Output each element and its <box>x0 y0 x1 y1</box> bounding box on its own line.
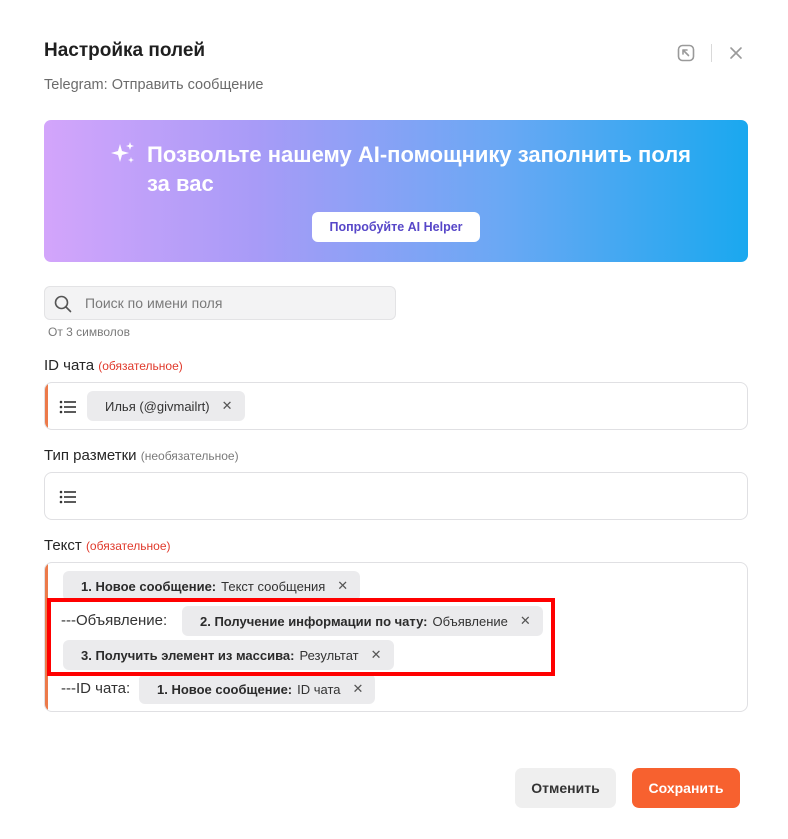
close-icon[interactable] <box>726 43 746 63</box>
list-icon[interactable] <box>59 400 77 414</box>
try-ai-helper-button[interactable]: Попробуйте AI Helper <box>312 212 480 242</box>
chip-source: 1. Новое сообщение: <box>157 681 293 697</box>
page-title: Настройка полей <box>44 40 206 61</box>
chip-value: ID чата <box>297 681 341 697</box>
remove-chip-icon[interactable]: ✕ <box>222 398 233 414</box>
chip-source: 1. Новое сообщение: <box>81 578 217 594</box>
save-button[interactable]: Сохранить <box>632 768 740 808</box>
chip-value: Текст сообщения <box>221 578 326 594</box>
remove-chip-icon[interactable]: ✕ <box>353 681 364 697</box>
page-subtitle: Telegram: Отправить сообщение <box>44 77 264 93</box>
text-required-tag: (обязательное) <box>85 539 171 553</box>
markup-type-label: Тип разметки (необязательное) <box>44 447 239 464</box>
chat-id-field[interactable]: Илья (@givmailrt) ✕ <box>44 382 748 430</box>
open-external-icon[interactable] <box>676 43 696 63</box>
ai-helper-banner: Позвольте нашему AI-помощнику заполнить … <box>44 120 748 262</box>
chat-id-label: ID чата (обязательное) <box>44 357 183 374</box>
text-label-text: Текст <box>44 537 82 554</box>
markup-type-field[interactable] <box>44 472 748 520</box>
header-divider <box>711 44 712 62</box>
remove-chip-icon[interactable]: ✕ <box>337 578 348 594</box>
chat-id-label-text: ID чата <box>44 357 95 374</box>
text-chip-chat-id[interactable]: 1. Новое сообщение: ID чата ✕ <box>139 674 376 704</box>
sparkle-icon <box>111 142 134 163</box>
text-label: Текст (обязательное) <box>44 537 171 554</box>
markup-type-optional-tag: (необязательное) <box>140 449 239 463</box>
highlight-annotation <box>47 598 555 676</box>
cancel-button[interactable]: Отменить <box>515 768 616 808</box>
markup-type-label-text: Тип разметки <box>44 447 137 464</box>
search-input[interactable] <box>85 287 385 319</box>
field-search <box>44 286 396 320</box>
search-icon <box>54 295 72 313</box>
text-line-chat-id: ---ID чата: <box>61 680 131 697</box>
text-chip-new-message[interactable]: 1. Новое сообщение: Текст сообщения ✕ <box>63 571 361 601</box>
chip-label: Илья (@givmailrt) <box>105 398 210 414</box>
search-hint: От 3 символов <box>48 325 130 339</box>
chat-id-required-tag: (обязательное) <box>98 359 183 373</box>
list-icon[interactable] <box>59 490 77 504</box>
banner-text: Позвольте нашему AI-помощнику заполнить … <box>147 142 692 196</box>
chat-id-chip[interactable]: Илья (@givmailrt) ✕ <box>87 391 245 421</box>
